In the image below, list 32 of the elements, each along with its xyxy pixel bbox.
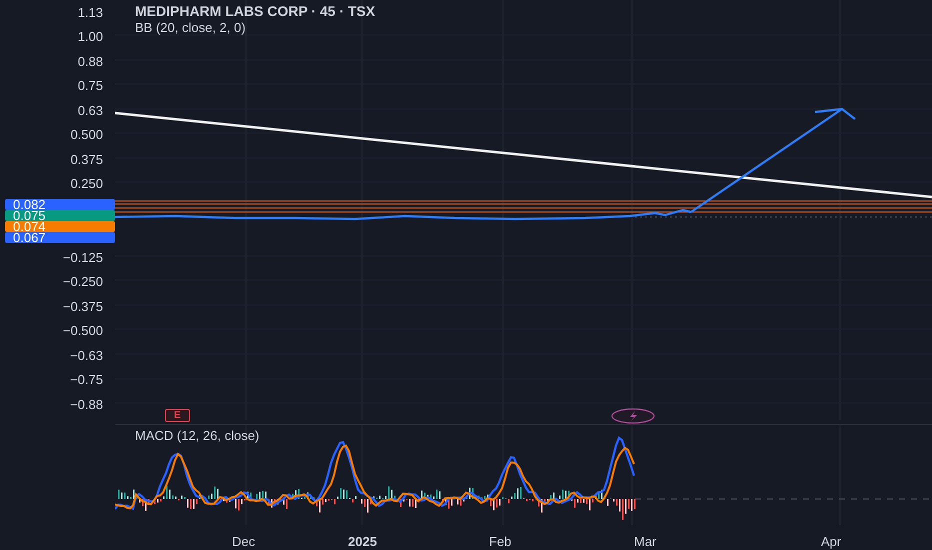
price-axis-label: 0.375 — [70, 150, 103, 168]
time-axis-label: 2025 — [348, 533, 377, 550]
price-badge: 0.067 — [5, 232, 115, 242]
drawn-arrow-line[interactable] — [690, 108, 856, 214]
price-axis-label: 0.63 — [78, 102, 103, 120]
price-axis-label: 1.00 — [78, 28, 103, 46]
price-axis-label: −0.88 — [70, 396, 103, 414]
price-axis-label: −0.500 — [62, 322, 103, 340]
price-axis-label: −0.250 — [62, 273, 103, 291]
price-axis-label: −0.63 — [70, 346, 103, 364]
time-axis-label: Dec — [232, 533, 256, 550]
price-axis-label: 1.13 — [78, 4, 103, 22]
time-axis-label: Mar — [634, 533, 656, 550]
lightning-icon[interactable] — [611, 408, 655, 424]
earnings-marker[interactable]: E — [165, 409, 190, 422]
price-axis-label: 0.250 — [70, 175, 103, 193]
indicator-label: BB (20, close, 2, 0) — [135, 20, 247, 35]
price-axis-label: −0.125 — [62, 248, 103, 266]
chart-title: MEDIPHARM LABS CORP · 45 · TSX — [135, 3, 376, 20]
price-axis-label: 0.500 — [70, 126, 103, 144]
horizontal-level-lines[interactable] — [115, 200, 932, 213]
price-badge: 0.082 — [5, 198, 115, 210]
price-axis-label: −0.75 — [70, 371, 103, 389]
macd-label: MACD (12, 26, close) — [135, 427, 260, 445]
price-axis-label: 0.75 — [78, 77, 103, 95]
time-axis-label: Feb — [489, 533, 512, 550]
time-axis-label: Apr — [821, 533, 842, 550]
price-axis-label: 0.88 — [78, 52, 103, 70]
price-badge: 0.075 — [5, 210, 115, 220]
trend-line[interactable] — [115, 112, 932, 198]
price-axis-label: −0.375 — [62, 298, 103, 316]
price-badge: 0.074 — [5, 220, 115, 232]
